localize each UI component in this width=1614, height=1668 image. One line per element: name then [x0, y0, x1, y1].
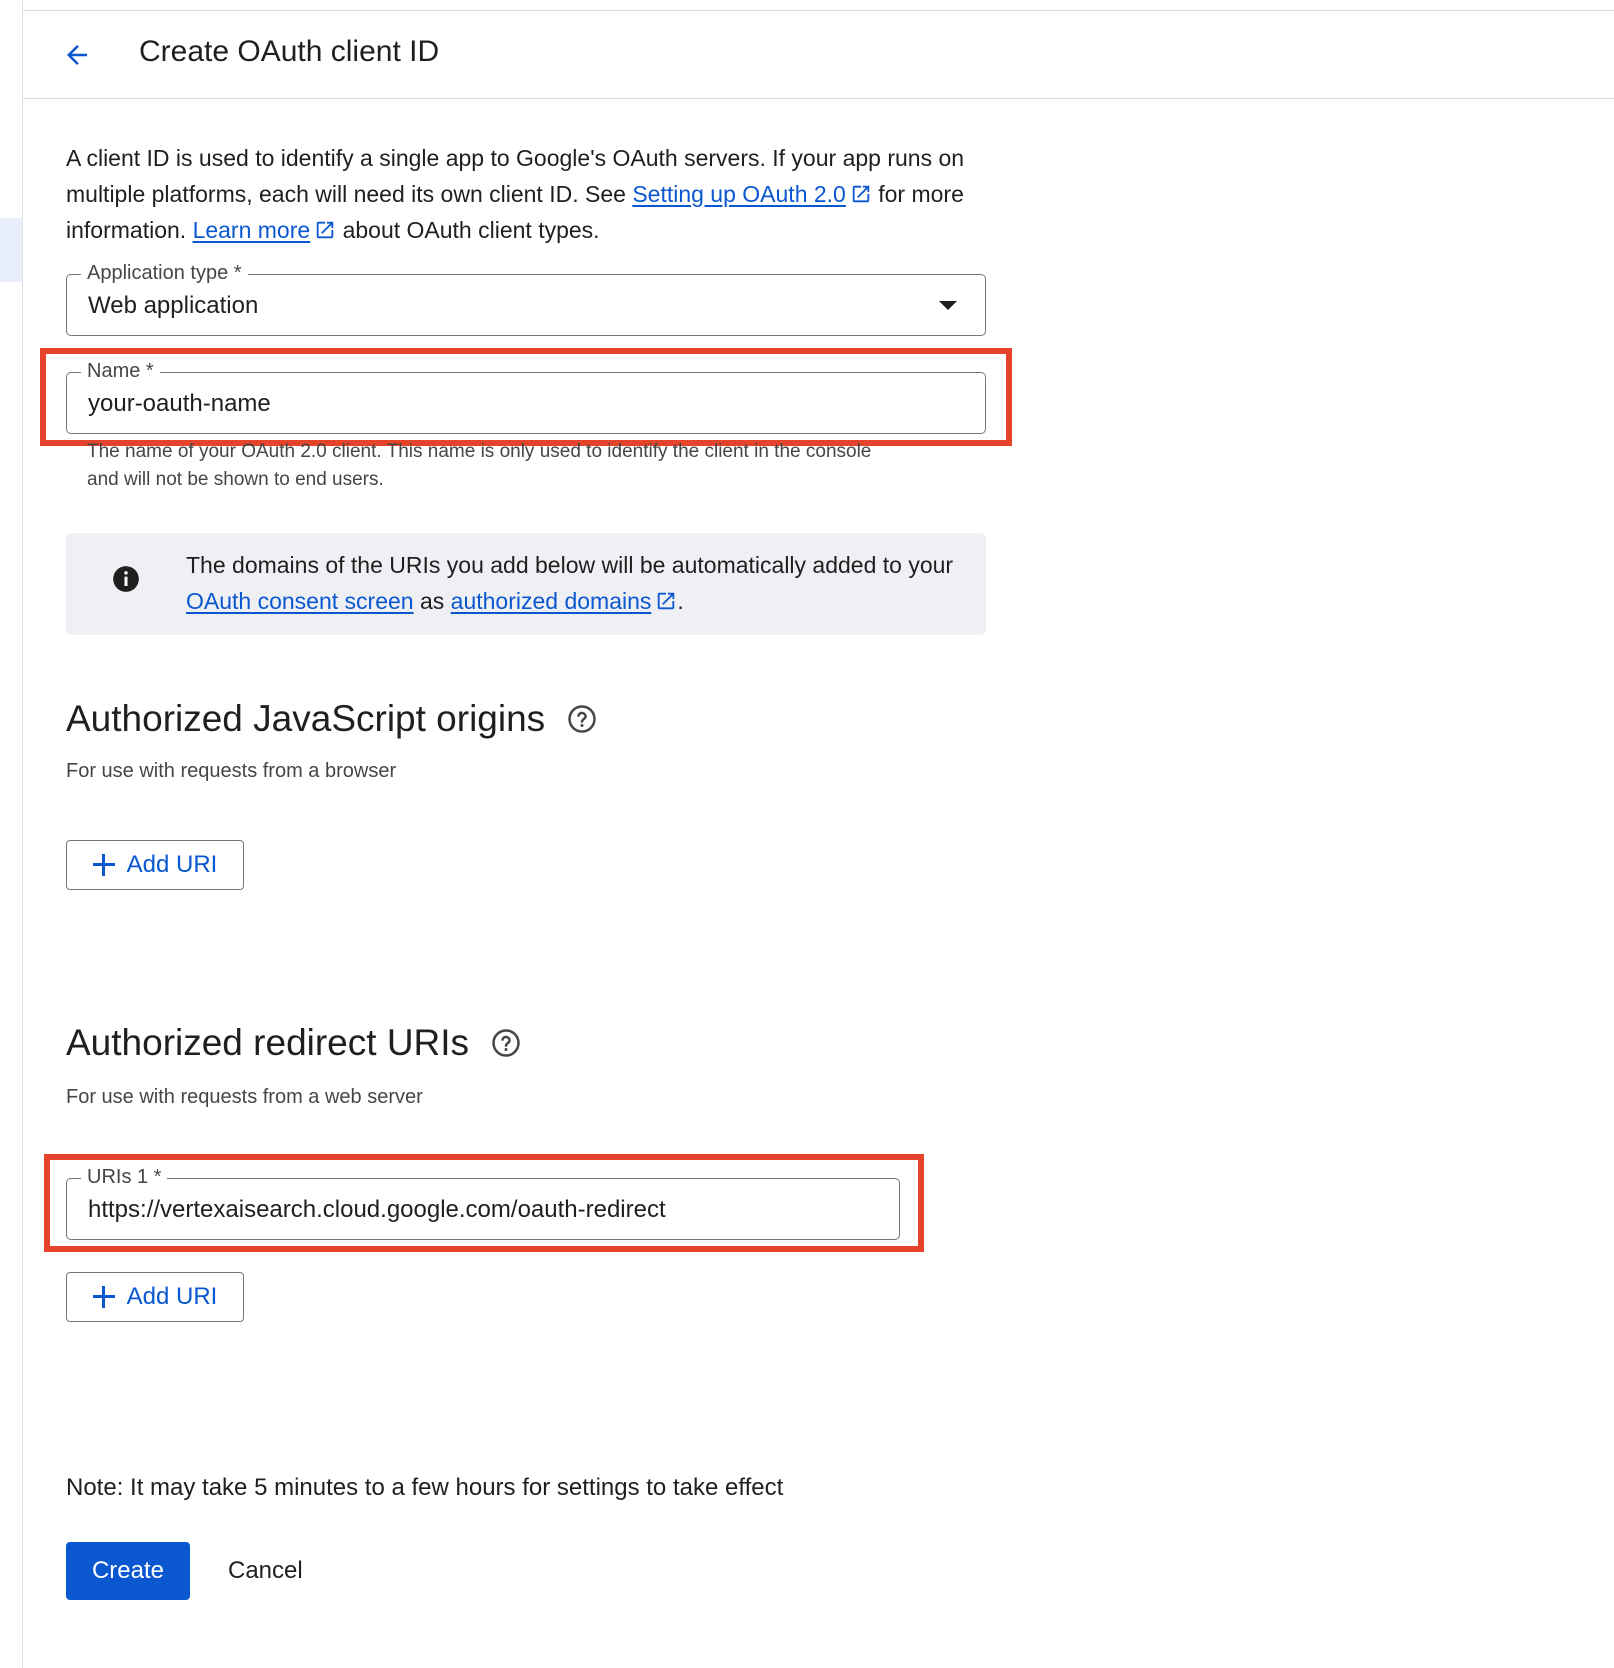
name-helper-text: The name of your OAuth 2.0 client. This … — [87, 441, 872, 490]
authorized-domains-link[interactable]: authorized domains — [451, 588, 652, 614]
application-type-value: Web application — [88, 292, 259, 319]
add-uri-label: Add URI — [126, 1283, 218, 1310]
setting-up-oauth-link[interactable]: Setting up OAuth 2.0 — [632, 181, 846, 207]
settings-note: Note: It may take 5 minutes to a few hou… — [66, 1474, 784, 1501]
back-button[interactable] — [53, 31, 101, 79]
add-uri-label: Add URI — [126, 851, 218, 878]
redirect-uri-1-label: URIs 1 * — [81, 1165, 168, 1189]
oauth-consent-screen-link[interactable]: OAuth consent screen — [186, 588, 414, 614]
left-nav-active-item[interactable] — [0, 218, 22, 282]
plus-icon — [92, 854, 115, 876]
info-text-part-2: as — [413, 588, 451, 614]
open-in-new-icon — [852, 185, 870, 203]
name-label: Name * — [81, 359, 160, 383]
info-banner: The domains of the URIs you add below wi… — [66, 533, 986, 635]
page: Create OAuth client ID A client ID is us… — [0, 0, 1614, 1668]
page-title: Create OAuth client ID — [139, 35, 440, 68]
redirect-uri-1-value: https://vertexaisearch.cloud.google.com/… — [88, 1196, 666, 1223]
info-icon — [113, 566, 139, 592]
application-type-label: Application type * — [81, 261, 248, 285]
dropdown-arrow-icon — [939, 301, 957, 310]
intro-text: A client ID is used to identify a single… — [66, 140, 1006, 248]
open-in-new-icon — [316, 221, 334, 239]
js-origins-subtitle: For use with requests from a browser — [66, 760, 397, 782]
plus-icon — [92, 1286, 115, 1308]
name-field[interactable]: Name * your-oauth-name — [66, 359, 986, 434]
left-nav-rail — [0, 0, 23, 1668]
learn-more-link[interactable]: Learn more — [193, 217, 311, 243]
cancel-button[interactable]: Cancel — [216, 1542, 315, 1600]
create-button[interactable]: Create — [66, 1542, 190, 1600]
js-origins-title-text: Authorized JavaScript origins — [66, 698, 546, 739]
redirect-uris-subtitle: For use with requests from a web server — [66, 1086, 423, 1108]
info-banner-text: The domains of the URIs you add below wi… — [186, 547, 966, 619]
help-icon[interactable] — [567, 704, 597, 734]
name-value: your-oauth-name — [88, 390, 271, 417]
arrow-back-icon — [67, 45, 87, 65]
add-redirect-uri-button[interactable]: Add URI — [66, 1272, 244, 1322]
redirect-uris-title-text: Authorized redirect URIs — [66, 1022, 470, 1063]
redirect-uri-1-field[interactable]: URIs 1 * https://vertexaisearch.cloud.go… — [66, 1165, 900, 1240]
help-icon[interactable] — [491, 1028, 521, 1058]
intro-text-part-3: about OAuth client types. — [336, 217, 600, 243]
application-type-select[interactable]: Application type * Web application — [66, 261, 986, 336]
info-text-part-1: The domains of the URIs you add below wi… — [186, 552, 954, 578]
add-js-origin-uri-button[interactable]: Add URI — [66, 840, 244, 890]
open-in-new-icon — [658, 592, 675, 610]
redirect-uris-title: Authorized redirect URIs — [66, 1022, 521, 1064]
js-origins-title: Authorized JavaScript origins — [66, 698, 597, 740]
info-text-part-3: . — [677, 588, 684, 614]
page-header: Create OAuth client ID — [23, 11, 1614, 99]
